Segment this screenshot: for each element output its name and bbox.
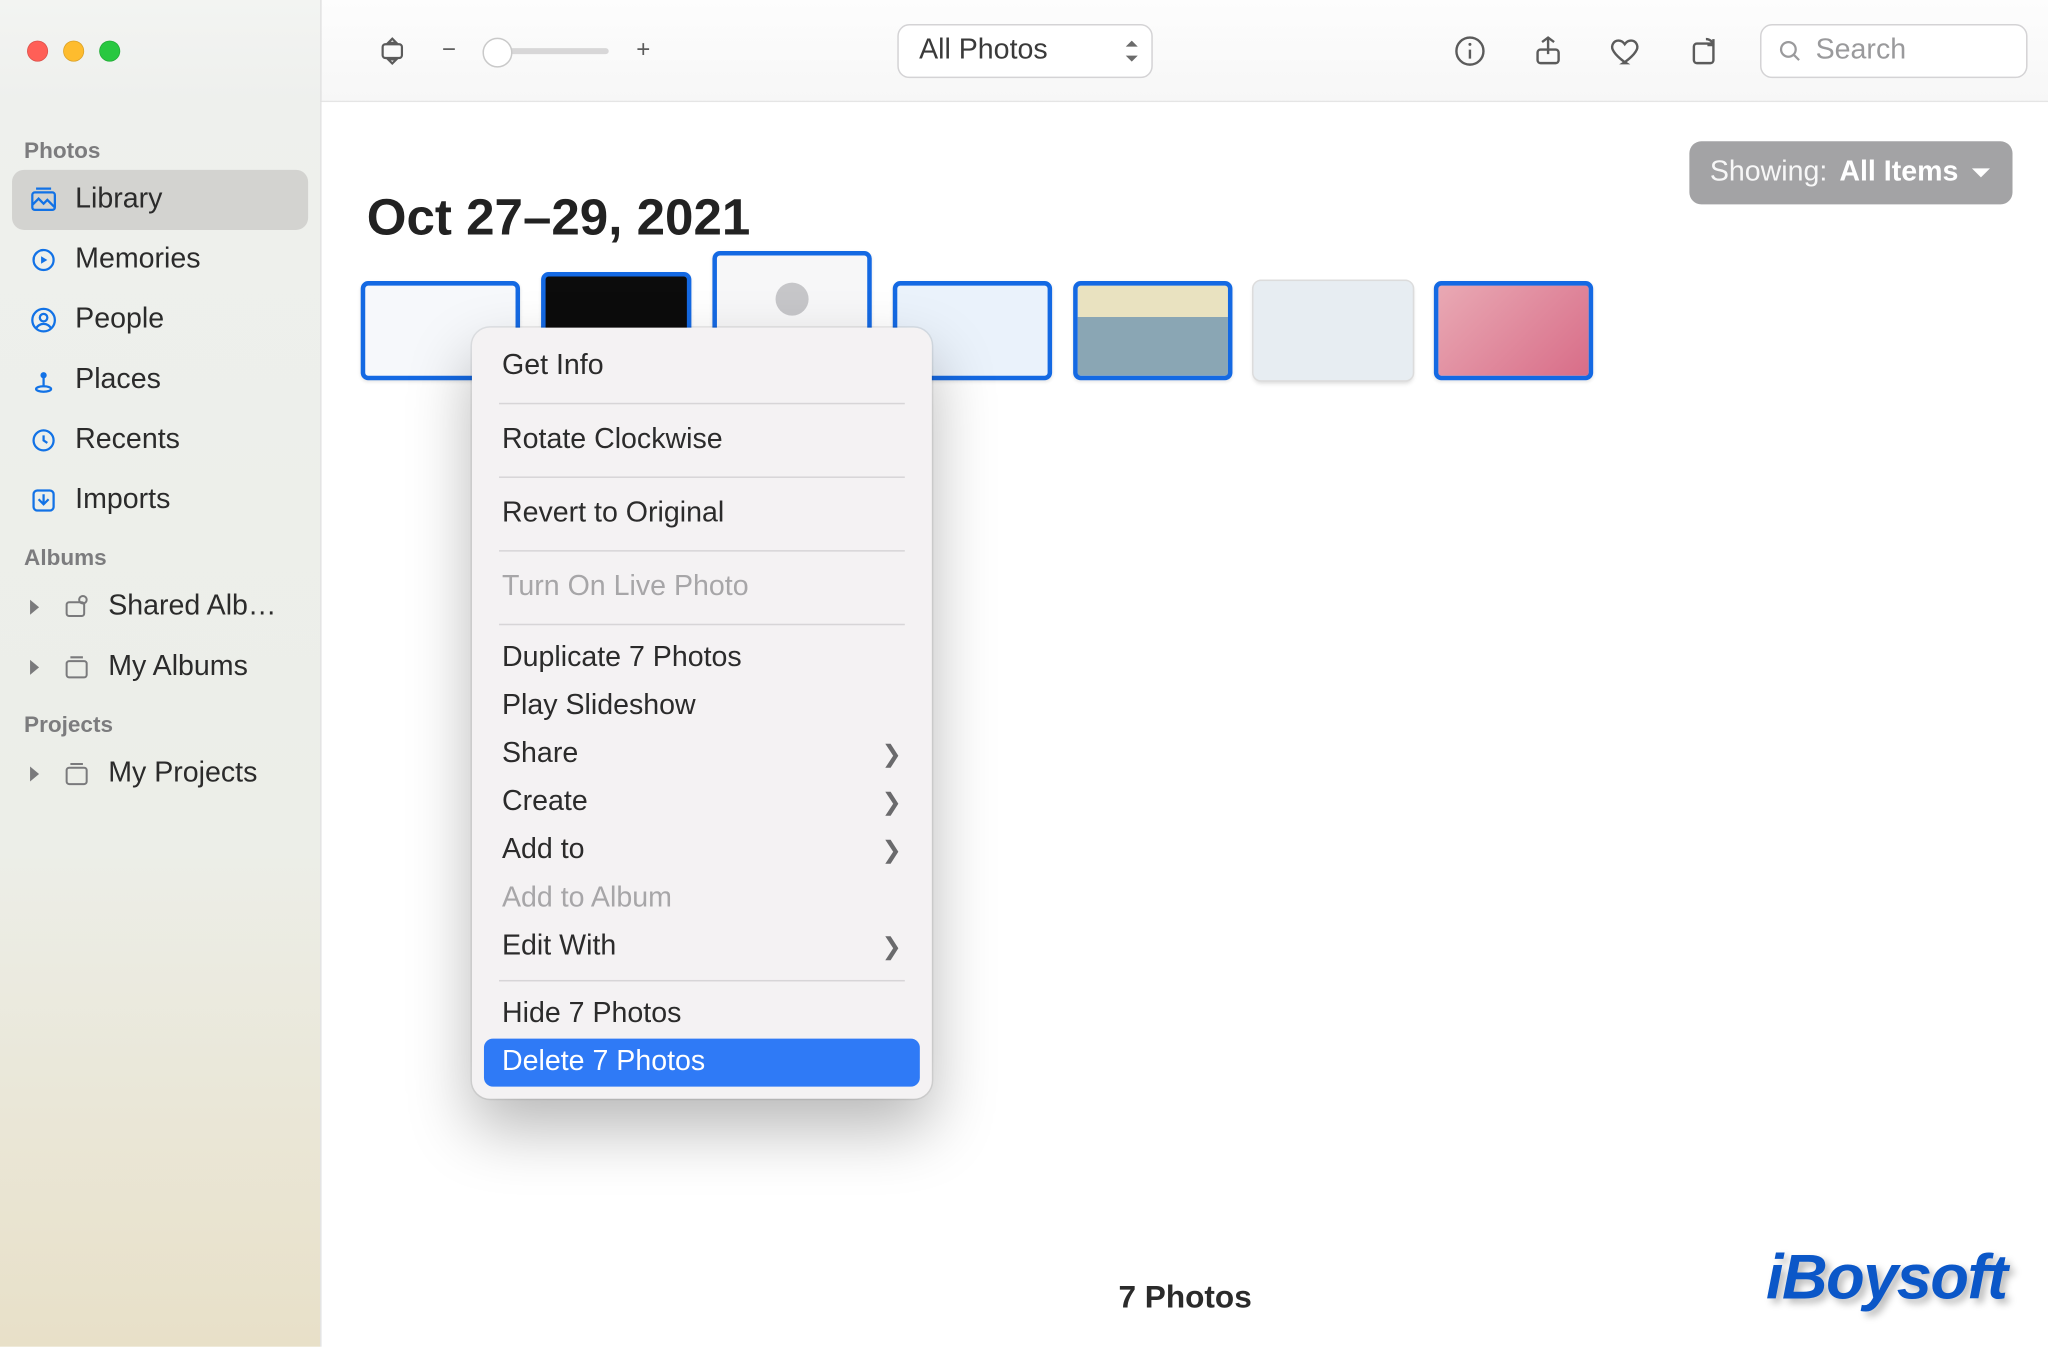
favorite-icon[interactable]: [1604, 28, 1649, 73]
photo-thumbnail[interactable]: [1254, 281, 1413, 380]
sidebar-item-label: Recents: [75, 424, 180, 457]
app-window: − + All Photos: [0, 0, 2048, 1347]
chevron-right-icon: [27, 598, 48, 616]
ctx-delete[interactable]: Delete 7 Photos: [484, 1039, 920, 1087]
search-icon: [1777, 37, 1804, 64]
chevron-right-icon: ❯: [882, 739, 902, 769]
people-icon: [27, 305, 60, 335]
separator: [499, 550, 905, 552]
filter-prefix: Showing:: [1710, 156, 1827, 189]
separator: [499, 403, 905, 405]
sidebar-item-library[interactable]: Library: [12, 170, 308, 230]
chevron-right-icon: [27, 658, 48, 676]
sidebar-item-label: My Projects: [108, 758, 257, 791]
aspect-ratio-icon[interactable]: [370, 28, 415, 73]
filter-pill[interactable]: Showing: All Items: [1689, 141, 2013, 204]
minimize-window-button[interactable]: [63, 41, 84, 62]
sidebar-item-my-projects[interactable]: My Projects: [12, 744, 308, 804]
ctx-create[interactable]: Create❯: [484, 779, 920, 827]
ctx-add-to[interactable]: Add to❯: [484, 827, 920, 875]
memories-icon: [27, 245, 60, 275]
close-window-button[interactable]: [27, 41, 48, 62]
toolbar: − + All Photos: [0, 0, 2048, 102]
chevron-right-icon: ❯: [882, 788, 902, 818]
sidebar-item-label: Library: [75, 183, 162, 216]
sidebar-item-label: People: [75, 304, 164, 337]
album-icon: [60, 652, 93, 682]
avatar-icon: [776, 283, 809, 316]
share-icon[interactable]: [1526, 28, 1571, 73]
chevron-down-icon: [1970, 165, 1991, 180]
sidebar-item-my-albums[interactable]: My Albums: [12, 637, 308, 697]
recents-icon: [27, 425, 60, 455]
ctx-revert-to-original[interactable]: Revert to Original: [484, 487, 920, 541]
zoom-in-button[interactable]: +: [627, 28, 659, 73]
sidebar: Photos Library Memories People: [0, 102, 322, 1346]
window-controls: [27, 41, 120, 62]
ctx-rotate-clockwise[interactable]: Rotate Clockwise: [484, 413, 920, 467]
sidebar-section-albums: Albums: [12, 531, 308, 578]
zoom-out-button[interactable]: −: [433, 28, 465, 73]
search-field[interactable]: Search: [1760, 23, 2028, 77]
sidebar-item-places[interactable]: Places: [12, 350, 308, 410]
ctx-play-slideshow[interactable]: Play Slideshow: [484, 682, 920, 730]
filter-value: All Items: [1839, 156, 1958, 189]
thumbnail-row: Get Info Rotate Clockwise Revert to Orig…: [322, 248, 2048, 380]
search-placeholder: Search: [1816, 34, 1906, 67]
sidebar-item-label: Places: [75, 364, 161, 397]
sidebar-item-label: My Albums: [108, 651, 248, 684]
projects-icon: [60, 759, 93, 789]
sidebar-section-projects: Projects: [12, 697, 308, 744]
separator: [499, 624, 905, 626]
imports-icon: [27, 485, 60, 515]
chevron-right-icon: ❯: [882, 836, 902, 866]
ctx-share[interactable]: Share❯: [484, 730, 920, 778]
ctx-get-info[interactable]: Get Info: [484, 340, 920, 394]
fullscreen-window-button[interactable]: [99, 41, 120, 62]
content-area: Showing: All Items Oct 27–29, 2021 Get I…: [322, 102, 2048, 1346]
ctx-duplicate[interactable]: Duplicate 7 Photos: [484, 634, 920, 682]
sidebar-item-imports[interactable]: Imports: [12, 470, 308, 530]
ctx-turn-on-live-photo: Turn On Live Photo: [484, 561, 920, 615]
chevron-right-icon: [27, 765, 48, 783]
ctx-add-to-album: Add to Album: [484, 875, 920, 923]
rotate-icon[interactable]: [1682, 28, 1727, 73]
photo-thumbnail[interactable]: [1073, 281, 1232, 380]
ctx-edit-with[interactable]: Edit With❯: [484, 923, 920, 971]
sidebar-item-shared-albums[interactable]: Shared Alb…: [12, 577, 308, 637]
view-selector-label: All Photos: [919, 34, 1048, 67]
photo-thumbnail[interactable]: [1434, 281, 1593, 380]
places-icon: [27, 365, 60, 395]
titlebar-sidebar-region: [0, 0, 322, 102]
zoom-controls: − +: [370, 28, 660, 73]
separator: [499, 476, 905, 478]
separator: [499, 980, 905, 982]
watermark: iBoysoft: [1766, 1241, 2006, 1313]
info-icon[interactable]: [1447, 28, 1492, 73]
sidebar-section-photos: Photos: [12, 123, 308, 170]
chevron-right-icon: ❯: [882, 932, 902, 962]
context-menu: Get Info Rotate Clockwise Revert to Orig…: [472, 328, 932, 1099]
sidebar-item-label: Memories: [75, 243, 200, 276]
sidebar-item-people[interactable]: People: [12, 290, 308, 350]
shared-album-icon: [60, 592, 93, 622]
sidebar-item-label: Imports: [75, 484, 170, 517]
zoom-slider[interactable]: [483, 47, 609, 53]
ctx-hide[interactable]: Hide 7 Photos: [484, 990, 920, 1038]
sidebar-item-label: Shared Alb…: [108, 591, 276, 624]
sidebar-item-memories[interactable]: Memories: [12, 230, 308, 290]
stepper-icon: [1123, 40, 1138, 61]
sidebar-item-recents[interactable]: Recents: [12, 410, 308, 470]
library-icon: [27, 185, 60, 215]
view-selector-popup[interactable]: All Photos: [897, 23, 1153, 77]
